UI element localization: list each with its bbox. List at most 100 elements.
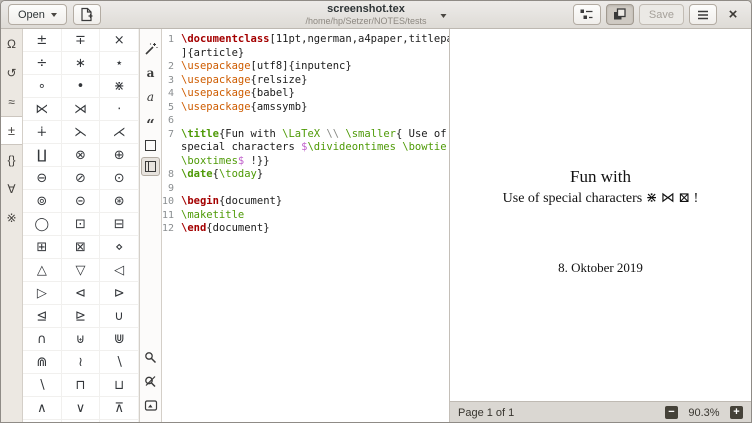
insert-image-button[interactable] (144, 393, 158, 417)
code-line[interactable]: 12\end{document} (162, 222, 449, 236)
symbol-cell[interactable]: ⊼ (100, 397, 139, 419)
symbol-cell[interactable]: ⊛ (100, 190, 139, 212)
chevron-down-icon[interactable] (441, 14, 447, 18)
symbol-cell[interactable]: ∔ (23, 121, 62, 143)
code-area[interactable]: 1\documentclass[11pt,ngerman,a4paper,tit… (162, 29, 449, 423)
category-misc-text[interactable]: ※ (1, 203, 22, 232)
category-greek-letters[interactable]: Ω (1, 29, 22, 58)
code-line[interactable]: 5\usepackage{amssymb} (162, 101, 449, 115)
symbol-cell[interactable]: • (62, 75, 101, 97)
document-structure-icon (579, 7, 594, 22)
save-button[interactable]: Save (639, 4, 684, 25)
code-line[interactable]: \boxtimes$ !}} (162, 155, 449, 169)
symbol-cell[interactable]: ⋓ (100, 328, 139, 350)
pdf-preview-pane[interactable]: Fun with Use of special characters ⋇ ⋈ ⊠… (449, 29, 751, 423)
symbol-cell[interactable]: ⋉ (23, 98, 62, 120)
symbol-cell[interactable]: ∖ (100, 351, 139, 373)
code-line[interactable]: 3\usepackage{relsize} (162, 74, 449, 88)
symbol-cell[interactable]: ⋊ (62, 98, 101, 120)
symbol-cell[interactable]: ∐ (23, 144, 62, 166)
zoom-out-button[interactable]: − (665, 406, 678, 419)
window-title-area[interactable]: screenshot.tex /home/hp/Setzer/NOTES/tes… (305, 3, 446, 26)
symbol-cell[interactable]: ▽ (62, 259, 101, 281)
code-line[interactable]: special characters $\divideontimes \bowt… (162, 141, 449, 155)
new-document-button[interactable] (73, 4, 101, 25)
symbol-cell[interactable]: ⊠ (62, 236, 101, 258)
magic-wand-icon (144, 42, 158, 56)
symbol-cell[interactable]: ⊖ (23, 167, 62, 189)
symbol-cell[interactable]: × (100, 29, 139, 51)
category-delimiters[interactable]: {} (1, 145, 22, 174)
symbol-cell[interactable]: ⋅ (100, 98, 139, 120)
symbol-cell[interactable]: ◯ (23, 213, 62, 235)
code-line[interactable]: 10\begin{document} (162, 195, 449, 209)
symbol-cell[interactable]: ⊡ (62, 213, 101, 235)
symbol-cell[interactable]: ∨ (62, 397, 101, 419)
symbol-cell[interactable]: ⊝ (62, 190, 101, 212)
symbol-cell[interactable]: ◁ (100, 259, 139, 281)
close-window-button[interactable]: × (722, 4, 744, 26)
code-text: \maketitle (181, 209, 244, 223)
symbol-cell[interactable]: ⊵ (62, 305, 101, 327)
symbol-cell[interactable]: ∖ (23, 374, 62, 396)
symbol-cell[interactable]: ⊲ (62, 282, 101, 304)
symbol-cell[interactable]: ⋄ (100, 236, 139, 258)
symbol-cell[interactable]: ∘ (23, 75, 62, 97)
code-line[interactable]: 9 (162, 182, 449, 196)
symbol-cell[interactable]: ⊳ (100, 282, 139, 304)
symbol-cell[interactable]: ⊟ (100, 213, 139, 235)
symbol-cell[interactable]: ± (23, 29, 62, 51)
symbol-cell[interactable]: ÷ (23, 52, 62, 74)
symbol-cell[interactable]: ∪ (100, 305, 139, 327)
code-line[interactable]: 6 (162, 114, 449, 128)
frame-button[interactable] (145, 133, 156, 157)
code-line[interactable]: 1\documentclass[11pt,ngerman,a4paper,tit… (162, 33, 449, 47)
code-line[interactable]: ]{article} (162, 47, 449, 61)
code-line[interactable]: 2\usepackage[utf8]{inputenc} (162, 60, 449, 74)
category-arrows[interactable]: ↺ (1, 58, 22, 87)
symbol-cell[interactable]: ∧ (23, 397, 62, 419)
category-misc-math[interactable]: ∀ (1, 174, 22, 203)
search-replace-button[interactable] (144, 369, 157, 393)
symbol-cell[interactable]: ⋇ (100, 75, 139, 97)
search-button[interactable] (144, 345, 157, 369)
code-line[interactable]: 4\usepackage{babel} (162, 87, 449, 101)
symbol-cell[interactable]: ⊞ (23, 236, 62, 258)
symbol-cell[interactable]: ⊗ (62, 144, 101, 166)
wizard-button[interactable] (144, 37, 158, 61)
category-relations[interactable]: ≈ (1, 87, 22, 116)
symbol-cell[interactable]: ⋒ (23, 351, 62, 373)
symbol-cell[interactable]: ∩ (23, 328, 62, 350)
symbol-cell[interactable]: ⊘ (62, 167, 101, 189)
symbol-cell[interactable]: ⊙ (100, 167, 139, 189)
symbol-cell[interactable]: ⋌ (100, 121, 139, 143)
open-button[interactable]: Open (8, 4, 67, 25)
code-line[interactable]: 8\date{\today} (162, 168, 449, 182)
preview-toggle-button[interactable] (606, 4, 634, 25)
page-layout-button[interactable] (141, 157, 160, 176)
sidebar-toggle-button[interactable] (573, 4, 601, 25)
code-line[interactable]: 7\title{Fun with \LaTeX \\ \smaller{ Use… (162, 128, 449, 142)
symbol-cell[interactable]: ▷ (23, 282, 62, 304)
symbol-cell[interactable]: ∓ (62, 29, 101, 51)
code-line[interactable]: 11\maketitle (162, 209, 449, 223)
symbol-cell[interactable]: ⊔ (100, 374, 139, 396)
symbol-cell[interactable]: △ (23, 259, 62, 281)
italic-button[interactable]: a (147, 85, 154, 109)
symbol-cell[interactable]: ⊴ (23, 305, 62, 327)
symbol-cell[interactable]: ⊓ (62, 374, 101, 396)
category-operators[interactable]: ± (1, 116, 22, 145)
code-text: \usepackage{amssymb} (181, 101, 307, 115)
bold-button[interactable]: a (147, 61, 155, 85)
symbol-cell[interactable]: ⋋ (62, 121, 101, 143)
symbol-cell[interactable]: ≀ (62, 351, 101, 373)
symbol-cell[interactable]: ⊚ (23, 190, 62, 212)
zoom-in-button[interactable]: + (730, 406, 743, 419)
symbol-cell[interactable]: ⊎ (62, 328, 101, 350)
symbol-cell[interactable]: ∗ (62, 52, 101, 74)
symbol-cell[interactable]: ⊕ (100, 144, 139, 166)
quotes-button[interactable]: “ (146, 109, 155, 133)
symbol-cell[interactable]: ⋆ (100, 52, 139, 74)
menu-button[interactable] (689, 4, 717, 25)
zoom-level[interactable]: 90.3% (687, 407, 721, 419)
